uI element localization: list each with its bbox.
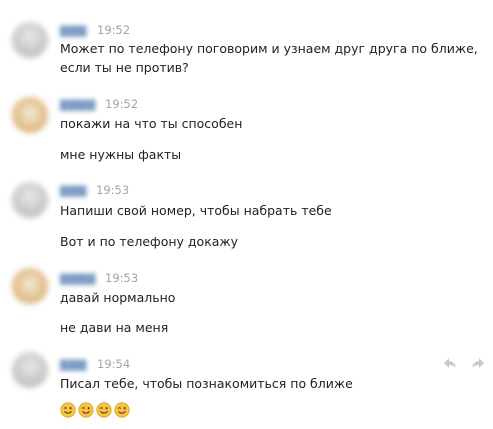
avatar[interactable] xyxy=(12,97,48,133)
winking-face-emoji-icon xyxy=(78,402,94,418)
message-text: Вот и по телефону докажу xyxy=(60,234,239,249)
avatar[interactable] xyxy=(12,182,48,218)
winking-face-emoji-icon xyxy=(96,402,112,418)
avatar[interactable] xyxy=(12,22,48,58)
message-text: покажи на что ты способен xyxy=(60,116,243,131)
winking-face-emoji-icon xyxy=(114,402,130,418)
message-time: 19:53 xyxy=(105,271,139,285)
forward-arrow-icon[interactable] xyxy=(471,356,485,370)
message-time: 19:52 xyxy=(105,97,139,111)
sender-name-blurred[interactable]: ▇▇▇ xyxy=(60,184,87,197)
message-text: если ты не против? xyxy=(60,60,189,75)
emoji-row xyxy=(60,402,130,418)
message-actions xyxy=(443,356,485,370)
message-text: давай нормально xyxy=(60,290,176,305)
avatar[interactable] xyxy=(12,268,48,304)
message-text: мне нужны факты xyxy=(60,147,182,162)
message-time: 19:54 xyxy=(97,357,131,371)
message-text: Может по телефону поговорим и узнаем дру… xyxy=(60,41,478,56)
message-time: 19:52 xyxy=(97,23,131,37)
sender-name-blurred[interactable]: ▇▇▇▇ xyxy=(60,272,96,285)
message-text: Напиши свой номер, чтобы набрать тебе xyxy=(60,203,332,218)
sender-name-blurred[interactable]: ▇▇▇▇ xyxy=(60,98,96,111)
avatar[interactable] xyxy=(12,352,48,388)
sender-name-blurred[interactable]: ▇▇▇ xyxy=(60,358,87,371)
reply-arrow-icon[interactable] xyxy=(443,356,457,370)
message-time: 19:53 xyxy=(96,183,130,197)
sender-name-blurred[interactable]: ▇▇▇ xyxy=(60,24,87,37)
message-text: Писал тебе, чтобы познакомиться по ближе xyxy=(60,376,353,391)
message-text: не дави на меня xyxy=(60,320,169,335)
winking-face-emoji-icon xyxy=(60,402,76,418)
